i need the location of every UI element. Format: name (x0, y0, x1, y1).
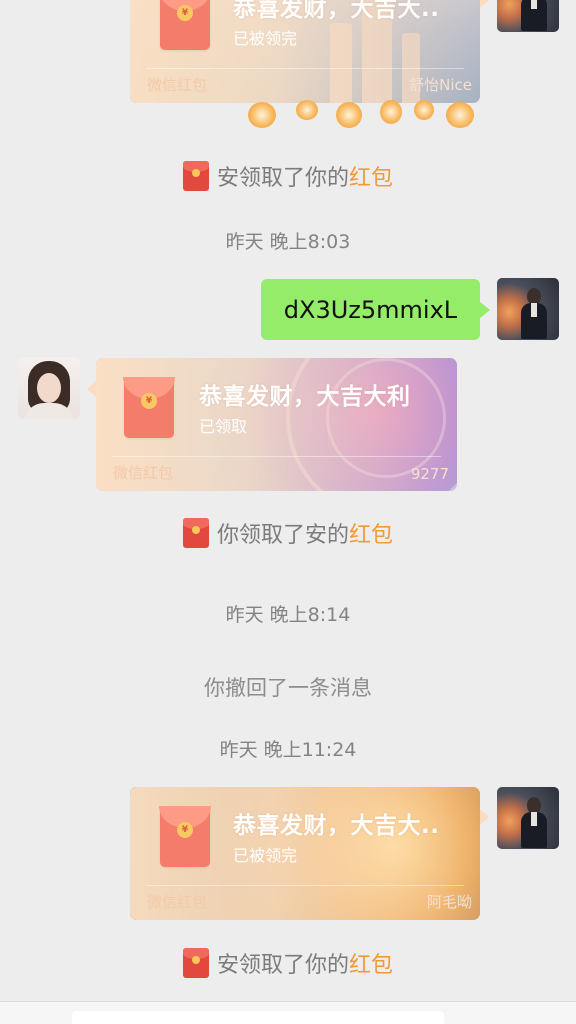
red-packet-icon (182, 948, 209, 978)
system-notice-claimed: 安领取了你的 红包 (0, 159, 576, 193)
notice-text: 安领取了你的 (216, 166, 349, 191)
packet-status: 已被领完 (233, 29, 298, 48)
packet-sender: 舒怡Nice (409, 76, 472, 94)
self-avatar[interactable] (497, 0, 559, 32)
red-packet-received[interactable]: ¥ 恭喜发财，大吉大利 已领取 微信红包 9277 (96, 358, 457, 491)
timestamp: 昨天 晚上11:24 (219, 739, 357, 761)
notice-link[interactable]: 红包 (349, 517, 393, 549)
packet-footer: 微信红包 (147, 76, 208, 94)
notice-text: 安领取了你的 (216, 953, 349, 978)
timestamp: 昨天 晚上8:14 (225, 604, 351, 626)
timestamp: 昨天 晚上8:03 (225, 231, 351, 253)
packet-status: 已被领完 (233, 846, 298, 865)
contact-avatar[interactable] (18, 357, 80, 419)
red-envelope-icon: ¥ (159, 806, 211, 867)
packet-status: 已领取 (199, 417, 248, 436)
packet-title: 恭喜发财，大吉大.. (233, 0, 440, 22)
packet-sender: 9277 (410, 465, 449, 483)
self-avatar[interactable] (497, 787, 559, 849)
red-envelope-icon: ¥ (123, 377, 175, 438)
red-envelope-icon: ¥ (159, 0, 211, 50)
red-packet-icon (182, 518, 209, 548)
red-packet-sent-2[interactable]: ¥ 恭喜发财，大吉大.. 已被领完 微信红包 阿毛呦 (130, 787, 480, 920)
red-packet-sent-1[interactable]: ¥ 恭喜发财，大吉大.. 已被领完 微信红包 舒怡Nice (130, 0, 480, 103)
message-text: dX3Uz5mmixL (283, 295, 458, 324)
self-avatar[interactable] (497, 278, 559, 340)
system-notice-claimed: 你领取了安的 红包 (0, 516, 576, 550)
notice-link[interactable]: 红包 (349, 160, 393, 192)
packet-title: 恭喜发财，大吉大利 (199, 384, 411, 410)
text-message-bubble[interactable]: dX3Uz5mmixL (261, 279, 480, 340)
input-bar (0, 1001, 576, 1024)
packet-footer: 微信红包 (147, 893, 208, 911)
packet-sender: 阿毛呦 (426, 893, 472, 911)
system-notice-claimed: 安领取了你的 红包 (0, 946, 576, 980)
packet-footer: 微信红包 (113, 464, 174, 482)
notice-link[interactable]: 红包 (349, 947, 393, 979)
red-packet-icon (182, 161, 209, 191)
notice-text: 你领取了安的 (216, 523, 349, 548)
message-input[interactable] (72, 1011, 444, 1024)
recall-notice: 你撤回了一条消息 (204, 676, 372, 700)
decorative-oranges (248, 98, 478, 130)
packet-title: 恭喜发财，大吉大.. (233, 813, 440, 839)
